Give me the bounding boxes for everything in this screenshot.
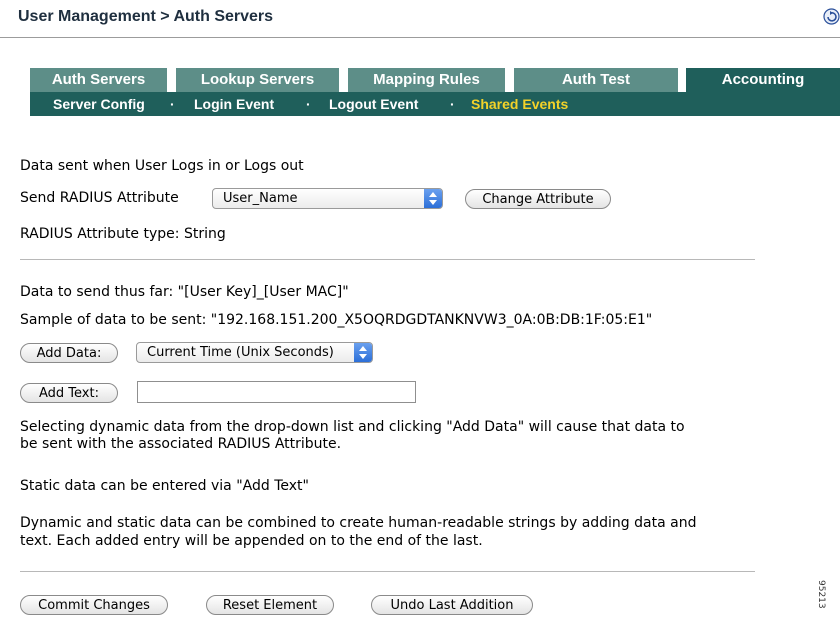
help-text-combined-line2: text. Each added entry will be appended … [20,533,483,549]
add-text-button[interactable]: Add Text: [20,383,118,403]
add-text-input[interactable] [137,381,416,403]
divider [20,571,755,572]
help-text-dynamic-line2: be sent with the associated RADIUS Attri… [20,436,342,452]
tab-auth-test[interactable]: Auth Test [514,68,678,92]
help-text-combined-line1: Dynamic and static data can be combined … [20,515,697,531]
subnav: Server Config · Login Event · Logout Eve… [30,92,840,116]
page-title: User Management > Auth Servers [18,8,274,25]
subnav-separator: · [170,96,175,112]
select-arrow-icon [354,343,372,362]
refresh-icon[interactable] [823,8,840,25]
subnav-shared-events[interactable]: Shared Events [471,96,568,112]
header-bar: User Management > Auth Servers [0,0,840,38]
tab-accounting[interactable]: Accounting [686,68,840,92]
add-data-select-value: Current Time (Unix Seconds) [147,345,334,360]
send-attr-label: Send RADIUS Attribute [20,190,179,206]
tab-mapping-rules[interactable]: Mapping Rules [348,68,505,92]
section-description: Data sent when User Logs in or Logs out [20,158,304,174]
add-data-button[interactable]: Add Data: [20,343,118,363]
data-thus-far-text: Data to send thus far: "[User Key]_[User… [20,284,349,300]
tab-auth-servers[interactable]: Auth Servers [30,68,167,92]
attribute-type-text: RADIUS Attribute type: String [20,226,226,242]
subnav-separator: · [450,96,455,112]
commit-changes-button[interactable]: Commit Changes [20,595,168,615]
change-attribute-button[interactable]: Change Attribute [465,189,611,209]
tab-lookup-servers[interactable]: Lookup Servers [176,68,339,92]
sample-data-text: Sample of data to be sent: "192.168.151.… [20,312,653,328]
reset-element-button[interactable]: Reset Element [206,595,334,615]
radius-attribute-select[interactable]: User_Name [212,188,443,209]
undo-last-addition-button[interactable]: Undo Last Addition [371,595,533,615]
subnav-separator: · [306,96,311,112]
help-text-static: Static data can be entered via "Add Text… [20,478,309,494]
help-text-dynamic-line1: Selecting dynamic data from the drop-dow… [20,419,685,435]
subnav-login-event[interactable]: Login Event [194,96,274,112]
add-data-select[interactable]: Current Time (Unix Seconds) [136,342,373,363]
subnav-logout-event[interactable]: Logout Event [329,96,418,112]
radius-attribute-value: User_Name [223,191,298,206]
divider [20,259,755,260]
subnav-server-config[interactable]: Server Config [53,96,145,112]
figure-code: 95213 [816,580,826,609]
select-arrow-icon [424,189,442,208]
